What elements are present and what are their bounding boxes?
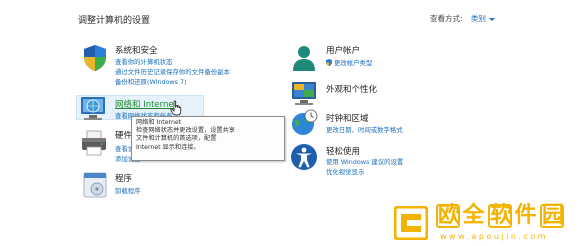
link-file-history-backup[interactable]: 通过文件历史记录保存你的文件备份副本 — [115, 67, 230, 76]
shield-icon[interactable] — [80, 43, 110, 73]
tooltip: 网络和 Internet 检查网络状态并更改设置，设置共享 文件和计算机的首选项… — [131, 116, 285, 161]
watermark-char: 软 — [488, 203, 514, 228]
category-title-network-internet[interactable]: 网络和 Internet — [115, 98, 177, 110]
view-by: 查看方式: 类别 — [430, 13, 495, 24]
watermark: 欧全 软件园 www.apoujin.com — [388, 200, 584, 246]
view-by-value: 类别 — [470, 14, 486, 23]
watermark-char: 全 — [462, 203, 486, 228]
link-backup-restore[interactable]: 备份和还原(Windows 7) — [115, 77, 187, 86]
link-windows-recommended-settings[interactable]: 使用 Windows 建议的设置 — [326, 157, 403, 166]
category-title-user-accounts[interactable]: 用户帐户 — [326, 44, 360, 56]
appearance-icon[interactable] — [289, 78, 319, 108]
view-by-dropdown[interactable]: 类别 — [471, 14, 495, 23]
page-title: 调整计算机的设置 — [78, 16, 151, 26]
watermark-char: 件 — [514, 203, 538, 228]
link-view-computer-status[interactable]: 查看你的计算机状态 — [115, 57, 173, 66]
link-change-account-type-label: 更改帐户类型 — [334, 59, 373, 67]
link-uninstall-program[interactable]: 卸载程序 — [115, 186, 141, 195]
link-change-account-type[interactable]: 更改帐户类型 — [326, 58, 372, 67]
clock-globe-icon[interactable] — [289, 108, 319, 138]
category-title-appearance[interactable]: 外观和个性化 — [326, 83, 377, 95]
network-globe-icon[interactable] — [78, 93, 108, 123]
watermark-logo-icon — [394, 206, 428, 240]
watermark-text: 欧全 软件园 — [436, 203, 566, 228]
tooltip-line: 网络和 Internet — [136, 119, 182, 126]
user-account-icon[interactable] — [289, 43, 319, 73]
category-title-clock-region[interactable]: 时钟和区域 — [326, 112, 369, 124]
uac-shield-icon — [326, 59, 332, 66]
tooltip-line: 文件和计算机的首选项，配置 — [136, 135, 217, 143]
accessibility-icon[interactable] — [289, 142, 319, 172]
hand-cursor-icon — [170, 100, 182, 116]
category-title-programs[interactable]: 程序 — [115, 172, 132, 184]
category-title-system-security[interactable]: 系统和安全 — [115, 44, 158, 56]
printer-icon[interactable] — [79, 128, 109, 158]
watermark-url: www.apoujin.com — [440, 232, 549, 241]
watermark-char: 园 — [540, 203, 566, 228]
view-by-label: 查看方式: — [430, 14, 463, 23]
tooltip-line: Internet 显示和连接。 — [136, 143, 200, 151]
programs-icon[interactable] — [80, 170, 110, 200]
link-optimize-visual-display[interactable]: 优化视觉显示 — [326, 167, 364, 176]
link-change-date-time-format[interactable]: 更改日期、时间或数字格式 — [326, 125, 403, 134]
chevron-down-icon — [488, 17, 495, 21]
category-title-ease-of-access[interactable]: 轻松使用 — [326, 145, 360, 157]
watermark-char: 欧 — [436, 203, 462, 228]
